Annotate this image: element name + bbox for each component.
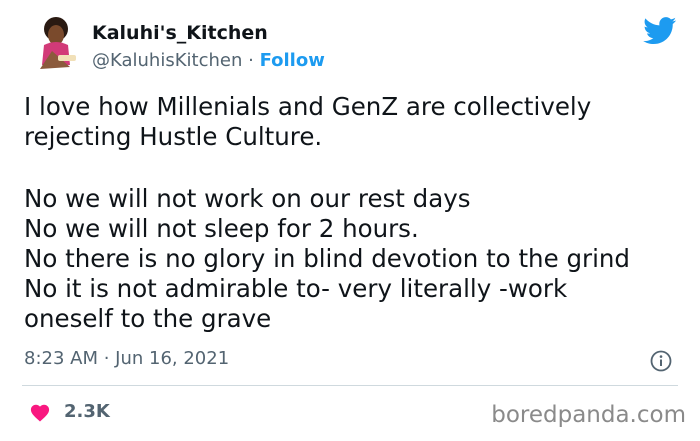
like-count[interactable]: 2.3K bbox=[64, 401, 110, 422]
tweet-line: oneself to the grave bbox=[24, 304, 272, 333]
heart-icon[interactable] bbox=[29, 402, 51, 422]
info-icon[interactable] bbox=[650, 350, 672, 372]
tweet-line: No there is no glory in blind devotion t… bbox=[24, 244, 630, 273]
avatar[interactable] bbox=[30, 15, 82, 75]
handle-separator: · bbox=[248, 50, 254, 71]
divider bbox=[22, 385, 678, 386]
user-handle[interactable]: @KaluhisKitchen bbox=[92, 50, 242, 71]
tweet-text: I love how Millenials and GenZ are colle… bbox=[24, 92, 689, 334]
display-name[interactable]: Kaluhi's_Kitchen bbox=[92, 22, 268, 44]
twitter-bird-icon[interactable] bbox=[643, 17, 677, 45]
tweet-line: No it is not admirable to- very literall… bbox=[24, 274, 568, 303]
tweet-line: No we will not sleep for 2 hours. bbox=[24, 214, 419, 243]
handle-row: @KaluhisKitchen · Follow bbox=[92, 50, 325, 71]
tweet-line: I love how Millenials and GenZ are colle… bbox=[24, 92, 592, 121]
tweet-timestamp[interactable]: 8:23 AM · Jun 16, 2021 bbox=[24, 348, 229, 369]
tweet-line: No we will not work on our rest days bbox=[24, 184, 471, 213]
tweet-line: rejecting Hustle Culture. bbox=[24, 122, 323, 151]
watermark: boredpanda.com bbox=[491, 402, 686, 428]
follow-button[interactable]: Follow bbox=[260, 50, 325, 71]
